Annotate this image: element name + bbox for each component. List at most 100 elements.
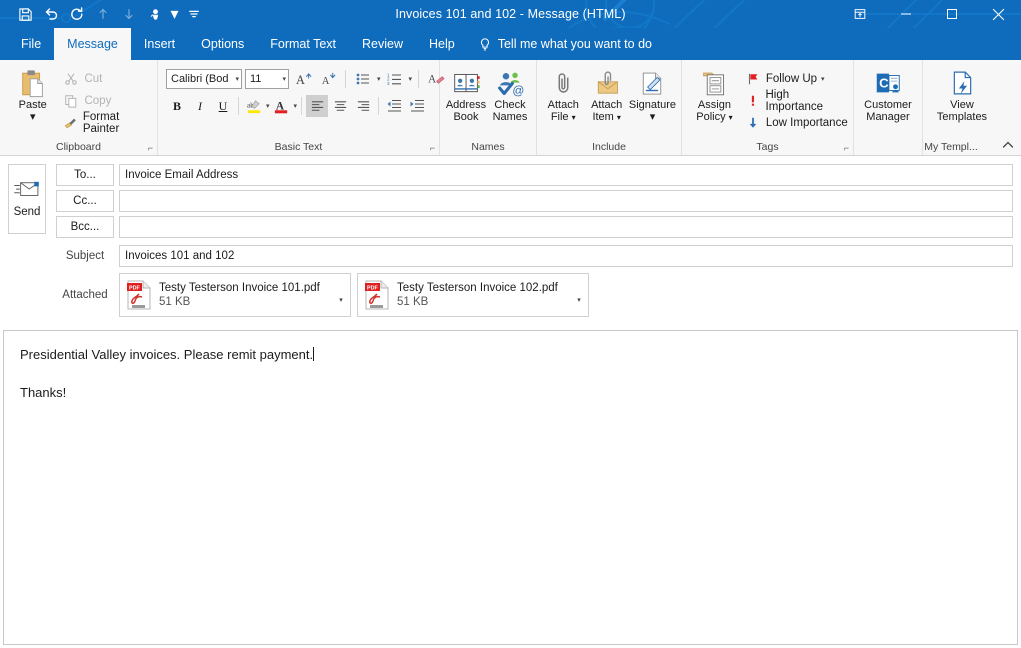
redo-icon[interactable] [64, 1, 90, 27]
grow-font-icon[interactable]: A [292, 68, 314, 90]
to-button[interactable]: To... [56, 164, 114, 186]
window-controls[interactable] [837, 0, 1021, 28]
signature-dropdown-icon[interactable]: ▾ [650, 111, 656, 123]
attachment-size: 51 KB [159, 295, 328, 309]
tab-format-text[interactable]: Format Text [257, 28, 349, 60]
bcc-input[interactable] [119, 216, 1013, 238]
send-label: Send [14, 206, 41, 218]
ribbon: Paste ▾ Cut [0, 60, 1021, 156]
decrease-indent-icon[interactable] [383, 95, 405, 117]
svg-text:A: A [428, 73, 437, 85]
basic-text-dialog-launcher-icon[interactable]: ⌐ [430, 143, 435, 153]
attach-item-dropdown-icon[interactable]: ▾ [617, 113, 621, 122]
font-name-combobox[interactable]: Calibri (Bod ▾ [166, 69, 242, 89]
font-color-icon[interactable]: A [271, 95, 293, 117]
attach-file-label-line2-text: File [551, 111, 569, 123]
assign-policy-icon [700, 67, 729, 99]
check-names-button[interactable]: @ Check Names [489, 65, 531, 123]
tab-help[interactable]: Help [416, 28, 468, 60]
copy-button[interactable]: Copy [62, 90, 152, 112]
paste-button[interactable]: Paste ▾ [9, 65, 56, 123]
tab-message[interactable]: Message [54, 28, 131, 60]
svg-text:3: 3 [387, 81, 390, 86]
bcc-button[interactable]: Bcc... [56, 216, 114, 238]
customer-manager-label-line1: Customer [864, 99, 912, 111]
tab-file[interactable]: File [8, 28, 54, 60]
highlight-dropdown-icon[interactable]: ▾ [266, 102, 270, 110]
customize-quick-access-toolbar-icon[interactable] [181, 1, 207, 27]
numbering-icon[interactable]: 1 2 3 [384, 68, 406, 90]
send-button[interactable]: Send [8, 164, 46, 234]
tags-dialog-launcher-icon[interactable]: ⌐ [844, 143, 849, 153]
attach-file-button[interactable]: Attach File ▾ [542, 65, 584, 124]
ribbon-display-options-icon[interactable] [837, 0, 883, 28]
attachment-dropdown-icon[interactable]: ▾ [335, 274, 347, 316]
high-importance-button[interactable]: High Importance [744, 90, 848, 112]
body-paragraph-1-text: Presidential Valley invoices. Please rem… [20, 347, 313, 362]
close-button[interactable] [975, 0, 1021, 28]
attach-item-button[interactable]: Attach Item ▾ [585, 65, 627, 124]
increase-indent-icon[interactable] [406, 95, 428, 117]
to-input[interactable]: Invoice Email Address [119, 164, 1013, 186]
view-templates-button[interactable]: View Templates [928, 65, 996, 123]
attach-file-dropdown-icon[interactable]: ▾ [572, 113, 576, 122]
message-body[interactable]: Presidential Valley invoices. Please rem… [3, 330, 1018, 645]
follow-up-button[interactable]: Follow Up ▾ [744, 68, 848, 90]
check-names-label-line1: Check [494, 99, 525, 111]
paste-dropdown-icon[interactable]: ▾ [30, 111, 36, 123]
font-name-dropdown-icon[interactable]: ▾ [235, 75, 239, 83]
follow-up-dropdown-icon[interactable]: ▾ [821, 75, 825, 83]
align-center-icon[interactable] [329, 95, 351, 117]
save-icon[interactable] [12, 1, 38, 27]
align-right-icon[interactable] [352, 95, 374, 117]
next-item-icon[interactable] [116, 1, 142, 27]
touch-mode-dropdown-icon[interactable]: ▾ [168, 1, 181, 27]
numbering-dropdown-icon[interactable]: ▾ [409, 75, 413, 83]
cc-button[interactable]: Cc... [56, 190, 114, 212]
shrink-font-icon[interactable]: A [317, 68, 339, 90]
bullets-icon[interactable] [352, 68, 374, 90]
customer-manager-button[interactable]: C Customer Manager [859, 65, 917, 123]
cut-button[interactable]: Cut [62, 68, 152, 90]
ribbon-group-label-tags: Tags ⌐ [682, 138, 853, 155]
format-painter-button[interactable]: Format Painter [62, 112, 152, 134]
align-left-icon[interactable] [306, 95, 328, 117]
font-color-dropdown-icon[interactable]: ▾ [294, 102, 298, 110]
tell-me-search[interactable]: Tell me what you want to do [468, 28, 662, 60]
previous-item-icon[interactable] [90, 1, 116, 27]
undo-icon[interactable] [38, 1, 64, 27]
highlight-icon[interactable]: ab [243, 95, 265, 117]
italic-icon[interactable]: I [189, 95, 211, 117]
address-book-icon [452, 67, 481, 99]
quick-access-toolbar[interactable]: ▾ [12, 0, 207, 28]
bold-icon[interactable]: B [166, 95, 188, 117]
clipboard-dialog-launcher-icon[interactable]: ⌐ [148, 143, 153, 153]
assign-policy-dropdown-icon[interactable]: ▾ [729, 113, 733, 122]
names-group-title: Names [471, 141, 504, 153]
assign-policy-button[interactable]: Assign Policy ▾ [689, 65, 740, 124]
bullets-dropdown-icon[interactable]: ▾ [377, 75, 381, 83]
subject-input[interactable]: Invoices 101 and 102 [119, 245, 1013, 267]
collapse-ribbon-icon[interactable] [999, 137, 1017, 153]
address-book-button[interactable]: Address Book [445, 65, 487, 123]
ribbon-tab-strip[interactable]: File Message Insert Options Format Text … [0, 28, 1021, 60]
attachment-item[interactable]: PDF Testy Testerson Invoice 102.pdf 51 K… [357, 273, 589, 317]
tab-insert[interactable]: Insert [131, 28, 188, 60]
font-size-dropdown-icon[interactable]: ▾ [282, 75, 286, 83]
underline-icon[interactable]: U [212, 95, 234, 117]
font-size-combobox[interactable]: 11 ▾ [245, 69, 289, 89]
tab-review[interactable]: Review [349, 28, 416, 60]
assign-policy-label-line1: Assign [698, 99, 731, 111]
attachment-dropdown-icon[interactable]: ▾ [573, 274, 585, 316]
low-importance-button[interactable]: Low Importance [744, 112, 848, 134]
minimize-button[interactable] [883, 0, 929, 28]
touch-mouse-mode-icon[interactable] [142, 1, 168, 27]
maximize-restore-button[interactable] [929, 0, 975, 28]
tab-options[interactable]: Options [188, 28, 257, 60]
attachment-item[interactable]: PDF Testy Testerson Invoice 101.pdf 51 K… [119, 273, 351, 317]
signature-button[interactable]: Signature ▾ [629, 65, 676, 123]
cc-input[interactable] [119, 190, 1013, 212]
my-templates-group-title: My Templ... [924, 141, 977, 153]
ribbon-group-label-customer-manager [854, 138, 922, 155]
pdf-file-icon: PDF [364, 280, 390, 310]
